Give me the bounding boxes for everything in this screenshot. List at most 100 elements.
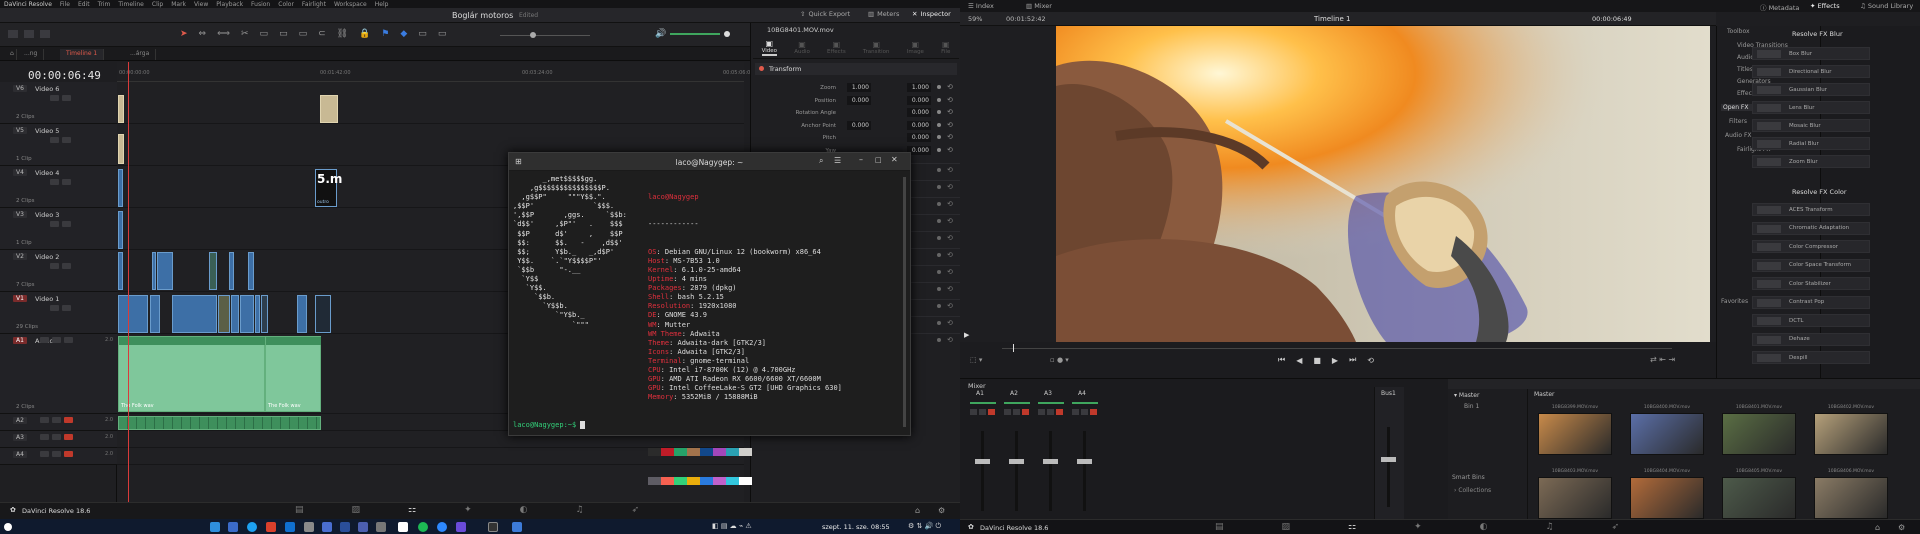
fx-item-dehaze[interactable]: Dehaze [1752,332,1870,346]
timeline-clip[interactable] [231,295,239,333]
smart-bins[interactable]: Smart Bins [1452,474,1485,481]
mute-icon[interactable] [1090,409,1097,415]
overwrite-icon[interactable]: ▭ [279,29,288,39]
timeline-clip[interactable] [150,295,160,333]
master-bin[interactable]: ▾ Master [1454,392,1479,399]
edit-page-icon[interactable]: ⚏ [1348,522,1356,532]
meters-button[interactable]: ▥ Meters [868,10,899,18]
clip-thumbnail[interactable] [1814,413,1888,455]
solo-icon[interactable] [52,337,61,343]
volume-handle[interactable] [724,31,731,37]
transform-x-value[interactable]: 0.000 [847,95,871,105]
clock[interactable]: szept. 11. sze. 08:55 [822,523,890,531]
play-icon[interactable]: ▶ [1332,356,1338,365]
viewer-zoom[interactable]: 59% [968,15,982,23]
channel-fader[interactable] [975,459,990,464]
visibility-icon[interactable] [62,95,71,101]
tab-home[interactable]: ⌂ [4,49,17,60]
fx-item-color-stabilizer[interactable]: Color Stabilizer [1752,277,1870,290]
fx-item-chromatic-adaptation[interactable]: Chromatic Adaptation [1752,221,1870,235]
clip-thumbnail[interactable] [1722,477,1796,519]
image-app-icon[interactable] [322,522,332,532]
menu-item[interactable]: Fairlight [302,1,326,8]
channel-fader[interactable] [1077,459,1092,464]
fx-item-gaussian-blur[interactable]: Gaussian Blur [1752,83,1870,96]
system-tray-icons[interactable]: ⚙ ⇅ 🔊 ⏻ [908,522,941,531]
audio-lock-icon[interactable] [40,451,49,457]
lock-icon[interactable] [50,305,59,311]
transform-y-value[interactable]: 0.000 [907,120,931,130]
solo-icon[interactable] [1013,409,1020,415]
lock-icon[interactable]: 🔒 [359,29,370,39]
keyframe-icon[interactable] [937,304,941,308]
tool-app-icon[interactable] [304,522,314,532]
inspector-tab-effects[interactable]: ▣ Effects [827,40,846,55]
jump-end-icon[interactable]: ⏭ [1349,355,1356,365]
fx-item-contrast-pop[interactable]: Contrast Pop [1752,295,1870,309]
inspector-button[interactable]: ✕ Inspector [912,10,951,18]
track-header[interactable]: A2 2.0 [0,414,117,431]
timeline-clip[interactable] [118,169,123,207]
home-icon[interactable]: ⌂ [915,506,920,515]
speaker-icon[interactable]: 🔊 [655,29,666,39]
keyframe-icon[interactable] [937,135,941,139]
audio-lock-icon[interactable] [40,434,49,440]
minimize-icon[interactable]: – [859,155,863,164]
solo-icon[interactable] [1047,409,1054,415]
keyframe-icon[interactable] [937,270,941,274]
clip-thumbnail[interactable] [1538,413,1612,455]
scrubber-bar[interactable] [1002,348,1672,349]
dynamic-trim-icon[interactable]: ⟺ [217,29,230,39]
fx-tree-item[interactable]: Titles [1737,66,1753,73]
maximize-icon[interactable]: □ [875,156,882,164]
fx-item-radial-blur[interactable]: Radial Blur [1752,137,1870,150]
transform-y-value[interactable]: 0.000 [907,95,931,105]
fader-track[interactable] [1015,431,1018,511]
timeline-clip[interactable] [152,252,156,290]
timeline-clip[interactable] [118,95,124,123]
track-header[interactable]: V3 Video 3 1 Clip [0,208,117,250]
lock-icon[interactable] [50,95,59,101]
menu-item[interactable]: View [194,1,208,8]
stop-icon[interactable]: ■ [1313,356,1321,365]
inspector-tab-audio[interactable]: ▣ Audio [794,40,810,55]
timeline-clip[interactable] [261,295,268,333]
metadata-button[interactable]: ⓘ Metadata [1760,2,1799,12]
trim-tool-icon[interactable]: ⇔ [199,29,207,39]
audio-lock-icon[interactable] [40,417,49,423]
jump-start-icon[interactable]: ⏮ [1278,355,1285,365]
transform-overlay-icon[interactable]: ⬚ ▾ [970,356,982,364]
transform-section-header[interactable]: Transform [755,63,957,75]
zoom-slider[interactable] [500,35,590,36]
lock-icon[interactable] [50,179,59,185]
audio-clip[interactable] [118,416,321,430]
transform-x-value[interactable]: 1.000 [847,83,871,92]
solo-icon[interactable] [52,451,61,457]
fx-item-zoom-blur[interactable]: Zoom Blur [1752,155,1870,168]
fairlight-page-icon[interactable]: ♫ [576,505,584,515]
keyframe-icon[interactable] [937,202,941,206]
track-header[interactable]: V2 Video 2 7 Clips [0,250,117,292]
deliver-page-icon[interactable]: ➶ [1612,522,1620,532]
visibility-icon[interactable] [62,179,71,185]
doc-app-icon[interactable] [358,522,368,532]
solo-icon[interactable] [1081,409,1088,415]
snap-icon[interactable]: ⊂ [318,29,326,39]
cut-page-icon[interactable]: ▨ [352,505,361,515]
title-clip[interactable]: 5.m outro [315,169,342,207]
menu-item[interactable]: Help [375,1,389,8]
reset-icon[interactable]: ⟲ [947,285,953,293]
quick-export-button[interactable]: ⇧ Quick Export [800,10,850,18]
terminal-body[interactable]: _,met$$$$$gg. ,g$$$$$$$$$$$$$$$P. ,g$$P"… [513,175,905,485]
video-viewer[interactable] [1056,26,1710,342]
fx-tree-item[interactable]: Audio FX [1725,132,1752,139]
clip-thumbnail[interactable] [1814,477,1888,519]
fx-tree-item[interactable]: Favorites [1721,298,1748,305]
spotify-app-icon[interactable] [418,522,428,532]
insert-icon[interactable]: ▭ [260,29,269,39]
menu-item[interactable]: Fusion [251,1,270,8]
menu-item[interactable]: Clip [152,1,163,8]
app-launcher-icon[interactable] [4,523,12,531]
timeline-clip[interactable] [240,295,254,333]
timeline-clip[interactable] [248,252,254,290]
